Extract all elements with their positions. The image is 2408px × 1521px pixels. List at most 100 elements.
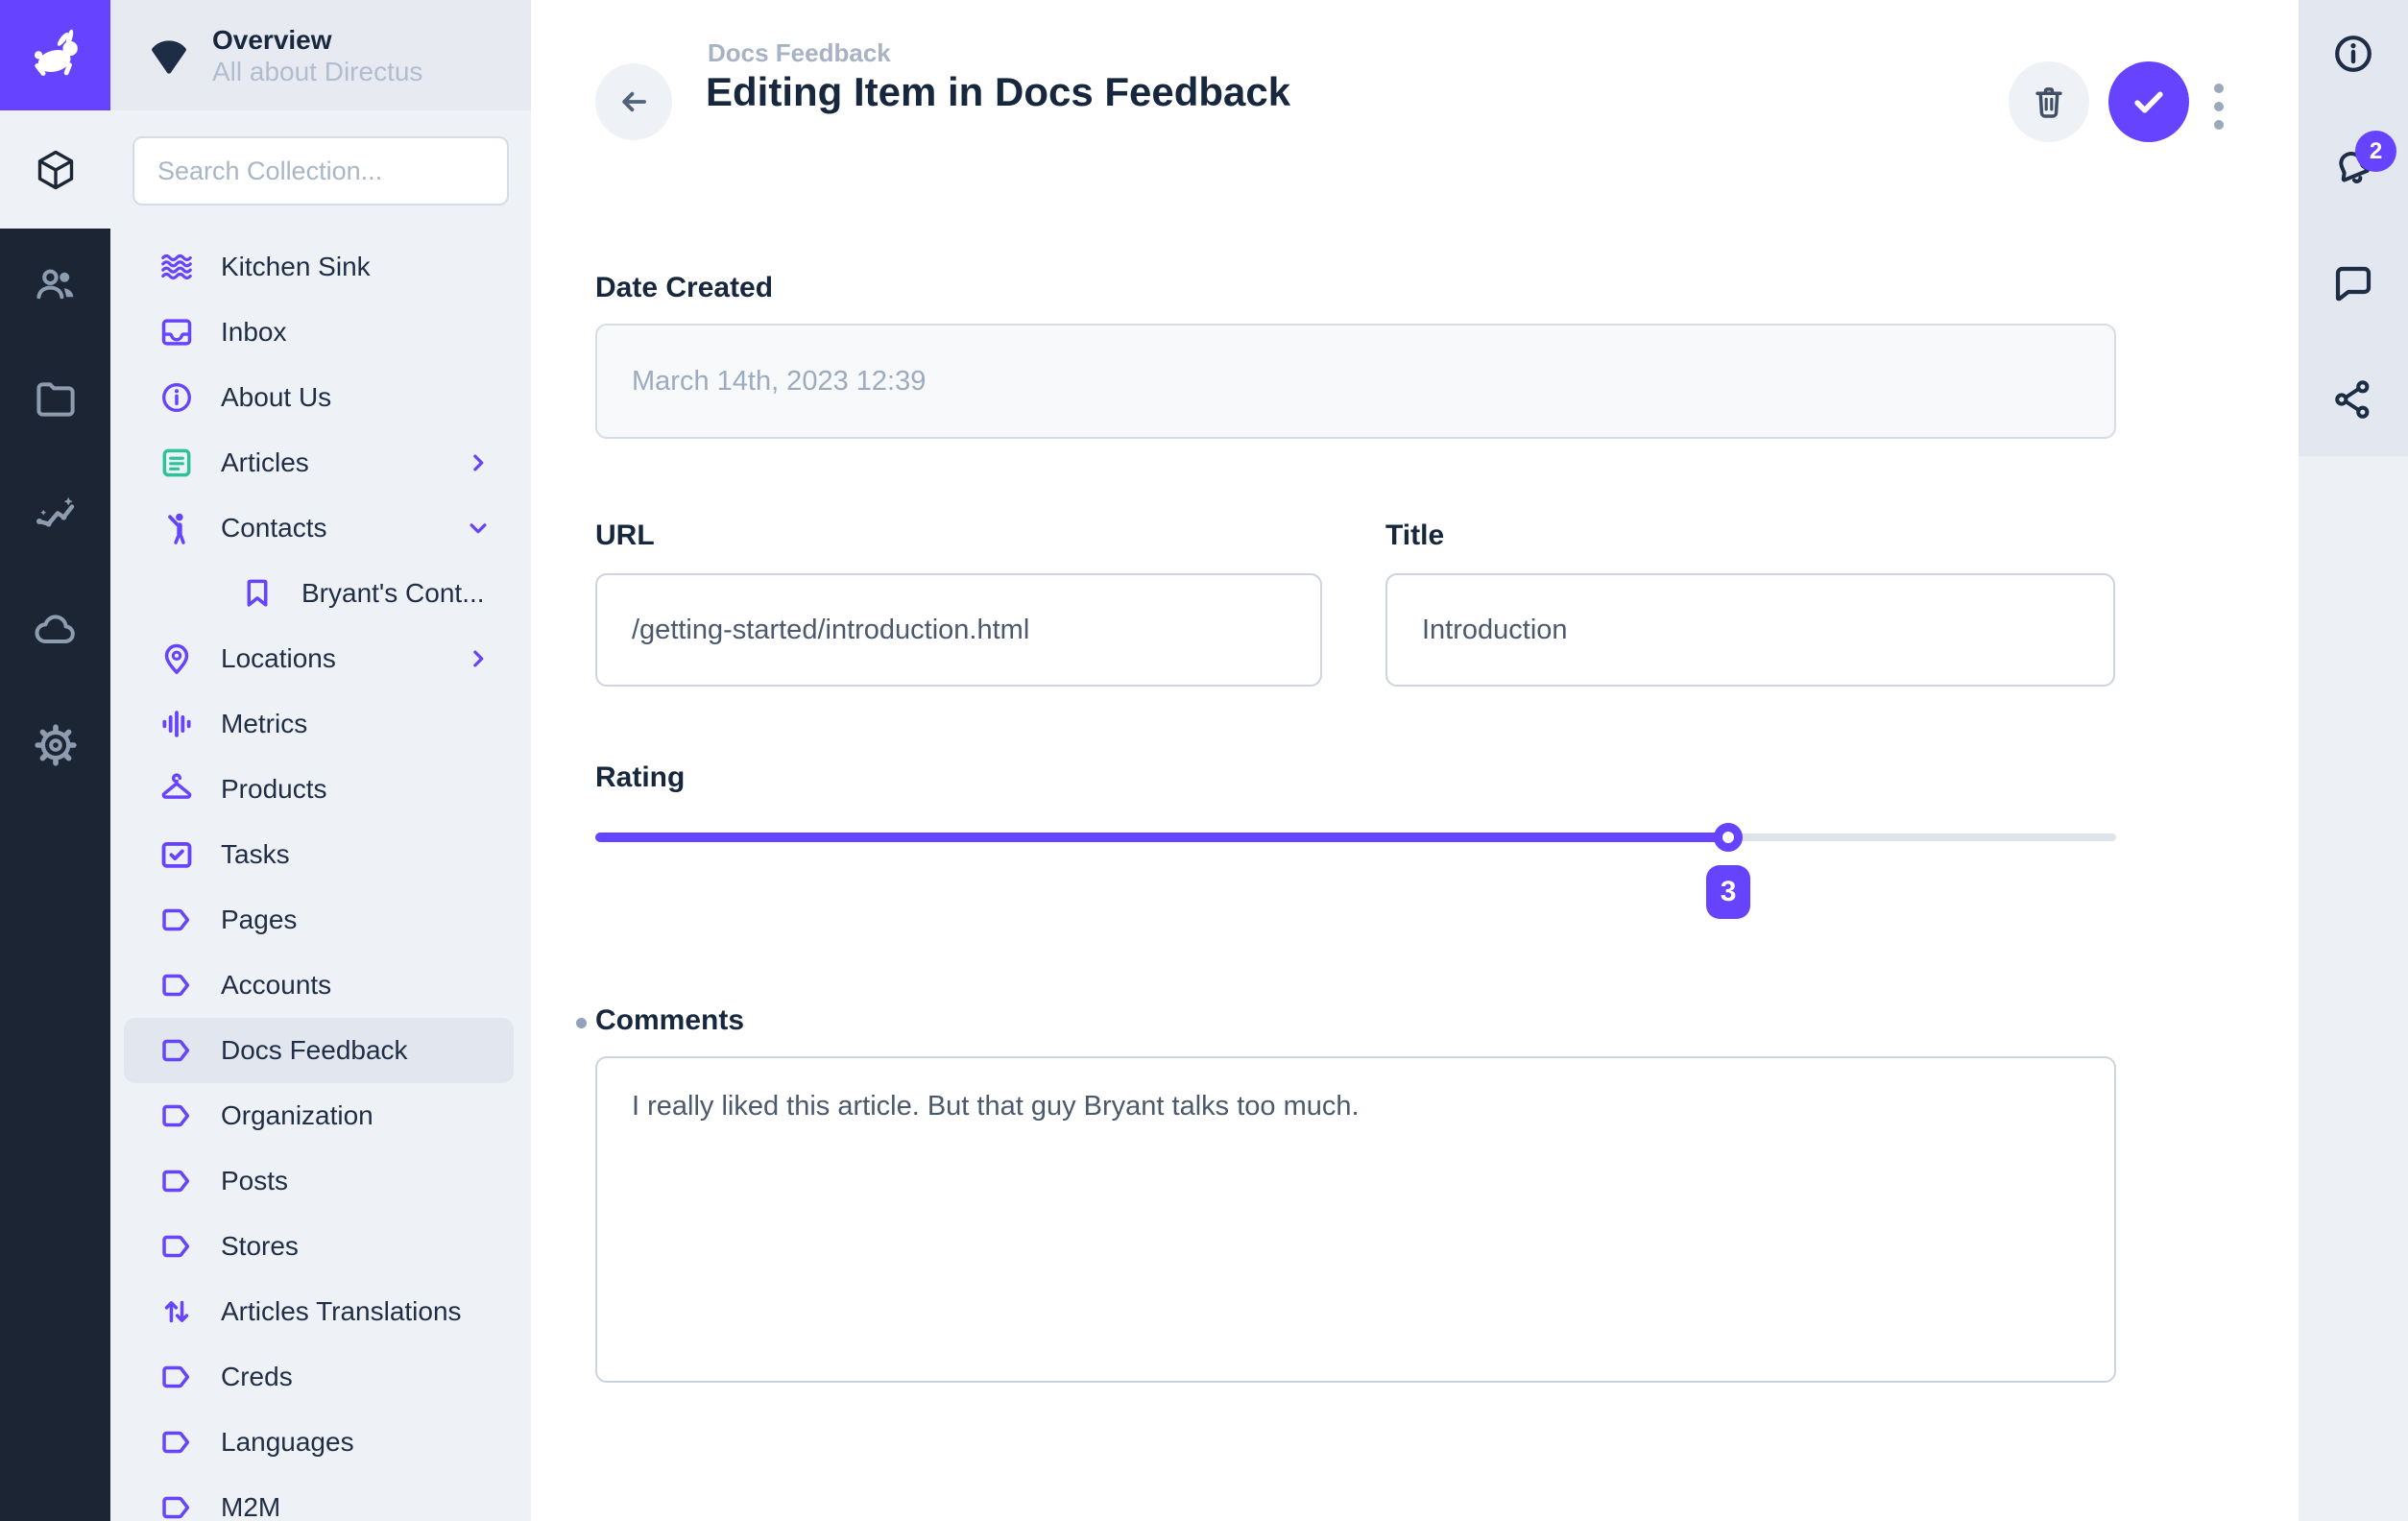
module-collections[interactable]: [0, 110, 110, 229]
sidebar-item-metrics[interactable]: Metrics: [124, 691, 514, 757]
rating-slider-knob[interactable]: [1714, 823, 1743, 852]
rating-label: Rating: [595, 761, 685, 794]
settings-icon: [33, 722, 79, 768]
sidebar-item-bryant-s-cont[interactable]: Bryant's Cont...: [124, 561, 514, 626]
info-icon: [2330, 31, 2376, 77]
module-settings[interactable]: [33, 722, 79, 768]
sidebar-item-label: Pages: [221, 905, 297, 935]
search-input[interactable]: [132, 136, 509, 205]
comments-edited-dot: [576, 1018, 587, 1028]
sidebar-item-m2m[interactable]: M2M: [124, 1475, 514, 1521]
chevron-right-icon: [464, 644, 493, 673]
url-field[interactable]: [595, 573, 1322, 687]
sidebar-item-products[interactable]: Products: [124, 757, 514, 822]
sidebar-item-locations[interactable]: Locations: [124, 626, 514, 691]
rail-shares-button[interactable]: [2330, 376, 2376, 422]
title-field[interactable]: [1385, 573, 2115, 687]
sidebar-item-label: M2M: [221, 1492, 280, 1521]
sidebar-item-about-us[interactable]: About Us: [124, 365, 514, 430]
rating-slider[interactable]: [595, 818, 2116, 857]
sidebar-item-stores[interactable]: Stores: [124, 1214, 514, 1279]
tag-icon: [158, 1424, 195, 1461]
save-button[interactable]: [2108, 61, 2189, 142]
module-insights[interactable]: [33, 492, 79, 538]
cloud-icon: [33, 607, 79, 653]
chevron-right-icon: [464, 448, 493, 477]
comment-icon: [2330, 261, 2376, 307]
sidebar-item-label: Articles: [221, 447, 309, 478]
tag-icon: [158, 1489, 195, 1521]
sidebar-item-languages[interactable]: Languages: [124, 1410, 514, 1475]
sidebar-item-inbox[interactable]: Inbox: [124, 300, 514, 365]
equalizer-icon: [158, 706, 195, 742]
sidebar-item-tasks[interactable]: Tasks: [124, 822, 514, 887]
sidebar-item-accounts[interactable]: Accounts: [124, 953, 514, 1018]
rating-slider-fill: [595, 833, 1728, 842]
module-files[interactable]: [33, 376, 79, 422]
more-options-button[interactable]: [2210, 80, 2227, 133]
sidebar-item-label: Contacts: [221, 513, 327, 543]
tag-icon: [158, 1228, 195, 1265]
app-logo[interactable]: [0, 0, 110, 110]
sidebar-item-contacts[interactable]: Contacts: [124, 495, 514, 561]
arrow-left-icon: [615, 84, 652, 120]
sidebar-item-label: Inbox: [221, 317, 287, 348]
cube-icon: [33, 147, 79, 193]
person-wave-icon: [158, 510, 195, 546]
breadcrumb[interactable]: Docs Feedback: [708, 38, 891, 68]
sidebar-item-label: Articles Translations: [221, 1296, 462, 1327]
date-created-field: [595, 324, 2116, 439]
module-users[interactable]: [33, 261, 79, 307]
module-rail-buttons: [0, 229, 110, 1521]
chevron-right-icon[interactable]: [464, 644, 493, 673]
waves-icon: [158, 249, 195, 285]
sidebar-item-docs-feedback[interactable]: Docs Feedback: [124, 1018, 514, 1083]
rabbit-logo-icon: [24, 24, 87, 87]
sidebar-item-kitchen-sink[interactable]: Kitchen Sink: [124, 234, 514, 300]
sidebar-item-label: Posts: [221, 1166, 288, 1196]
chevron-right-icon[interactable]: [464, 448, 493, 477]
back-button[interactable]: [595, 63, 672, 140]
check-icon: [2127, 80, 2171, 124]
rating-value-badge: 3: [1706, 865, 1750, 919]
sidebar-item-pages[interactable]: Pages: [124, 887, 514, 953]
pin-icon: [158, 640, 195, 677]
collection-nav: Kitchen Sink Inbox About Us Articles Con…: [110, 234, 531, 1521]
share-icon: [2330, 376, 2376, 422]
sidebar-item-label: About Us: [221, 382, 331, 413]
url-label: URL: [595, 519, 655, 552]
sidebar-item-label: Creds: [221, 1362, 293, 1392]
sidebar-item-posts[interactable]: Posts: [124, 1148, 514, 1214]
delete-button[interactable]: [2009, 61, 2089, 142]
sidebar-item-label: Tasks: [221, 839, 290, 870]
sidebar-item-creds[interactable]: Creds: [124, 1344, 514, 1410]
tag-icon: [158, 1098, 195, 1134]
chevron-down-icon[interactable]: [464, 514, 493, 543]
project-fan-icon: [147, 34, 191, 78]
sidebar-item-label: Languages: [221, 1427, 354, 1458]
hanger-icon: [158, 771, 195, 808]
sidebar: Overview All about Directus Kitchen Sink…: [110, 0, 531, 1521]
rail-item-info-button[interactable]: [2330, 31, 2376, 77]
sidebar-item-label: Kitchen Sink: [221, 252, 371, 282]
sidebar-item-label: Stores: [221, 1231, 299, 1262]
sidebar-item-label: Accounts: [221, 970, 331, 1001]
sidebar-item-organization[interactable]: Organization: [124, 1083, 514, 1148]
title-label: Title: [1385, 519, 1444, 552]
sidebar-item-articles-translations[interactable]: Articles Translations: [124, 1279, 514, 1344]
task-icon: [158, 836, 195, 873]
sidebar-item-label: Docs Feedback: [221, 1035, 408, 1066]
project-subtitle: All about Directus: [212, 56, 422, 87]
directus-app: Overview All about Directus Kitchen Sink…: [0, 0, 2408, 1521]
comments-field[interactable]: I really liked this article. But that gu…: [595, 1056, 2116, 1383]
project-switcher[interactable]: Overview All about Directus: [110, 0, 531, 110]
insights-icon: [33, 492, 79, 538]
page-title: Editing Item in Docs Feedback: [706, 69, 1290, 115]
inbox-icon: [158, 314, 195, 350]
tag-icon: [158, 967, 195, 1003]
rail-comments-button[interactable]: [2330, 261, 2376, 307]
sidebar-item-label: Organization: [221, 1100, 373, 1131]
comments-label: Comments: [595, 1004, 744, 1037]
module-cloud[interactable]: [33, 607, 79, 653]
sidebar-item-articles[interactable]: Articles: [124, 430, 514, 495]
